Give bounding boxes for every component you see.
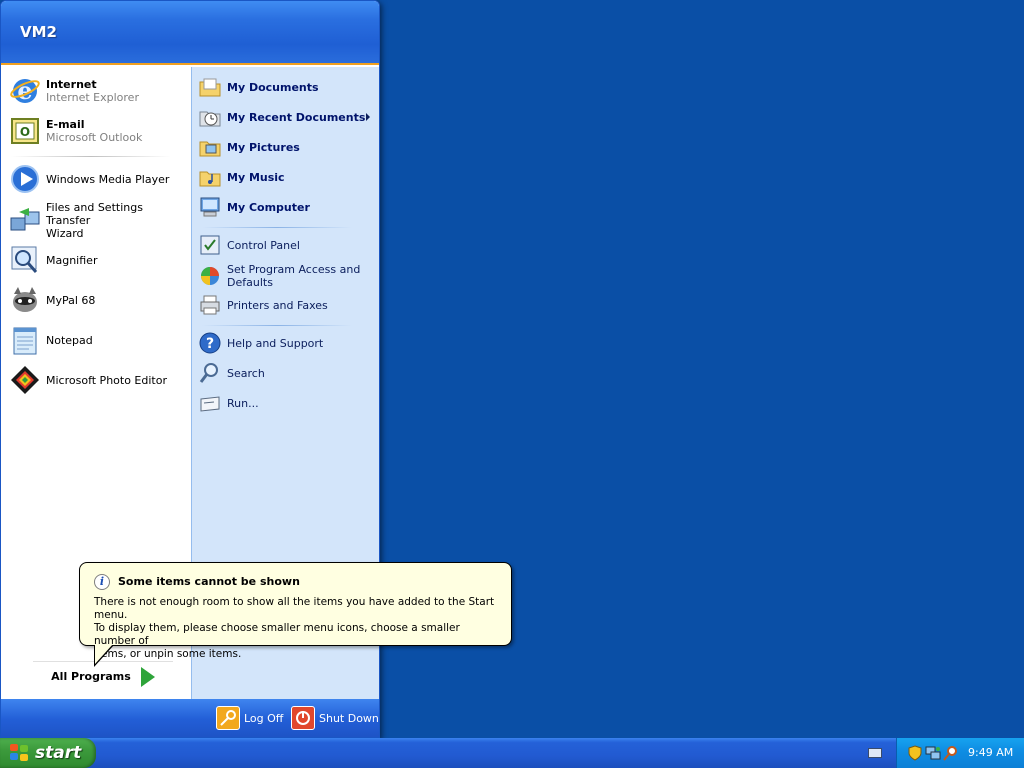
program-access-icon <box>198 264 222 288</box>
place-help-support[interactable]: ? Help and Support <box>198 330 378 356</box>
recent-program[interactable]: Windows Media Player <box>9 160 187 198</box>
place-label: My Music <box>227 170 285 184</box>
divider <box>202 325 352 326</box>
place-program-access[interactable]: Set Program Access and Defaults <box>198 262 378 290</box>
info-icon: i <box>94 574 110 590</box>
svg-text:?: ? <box>206 336 214 352</box>
pinned-sub: Internet Explorer <box>46 91 139 104</box>
place-my-recent-documents[interactable]: My Recent Documents <box>198 104 378 130</box>
start-label: start <box>35 743 82 763</box>
recent-program[interactable]: Microsoft Photo Editor <box>9 361 187 399</box>
place-label: Help and Support <box>227 336 324 350</box>
magnifier-icon <box>9 244 41 276</box>
start-menu-footer: Log Off Shut Down <box>1 699 379 737</box>
shut-down-button[interactable]: Shut Down <box>291 706 379 730</box>
transfer-wizard-icon <box>9 204 41 236</box>
program-label: Windows Media Player <box>46 172 170 186</box>
balloon-line: There is not enough room to show all the… <box>94 596 495 621</box>
green-arrow-icon <box>140 666 155 687</box>
place-run[interactable]: Run... <box>198 390 378 416</box>
mypal-icon <box>9 284 41 316</box>
balloon-line: To display them, please choose smaller m… <box>94 622 460 647</box>
balloon-tail-fill <box>95 644 113 664</box>
search-icon <box>198 361 222 385</box>
program-label: MyPal 68 <box>46 293 96 307</box>
notification-balloon[interactable]: i Some items cannot be shown There is no… <box>79 562 512 667</box>
place-label: Set Program Access and <box>227 263 361 276</box>
svg-text:e: e <box>17 76 32 105</box>
windows-flag-icon <box>10 744 30 762</box>
run-icon <box>198 391 222 415</box>
user-name: VM2 <box>20 23 57 41</box>
place-my-pictures[interactable]: My Pictures <box>198 134 378 160</box>
place-printers-faxes[interactable]: Printers and Faxes <box>198 292 378 318</box>
place-label: My Pictures <box>227 140 300 154</box>
log-off-button[interactable]: Log Off <box>216 706 283 730</box>
outlook-icon: O <box>9 115 41 147</box>
place-label: My Computer <box>227 200 310 214</box>
divider <box>11 156 171 157</box>
program-label: Notepad <box>46 333 93 347</box>
folder-icon <box>198 75 222 99</box>
program-label: Files and Settings Transfer <box>46 200 143 227</box>
place-search[interactable]: Search <box>198 360 378 386</box>
media-player-icon <box>9 163 41 195</box>
log-off-label: Log Off <box>244 711 284 725</box>
recent-documents-icon <box>198 105 222 129</box>
place-label: Control Panel <box>227 238 300 252</box>
pinned-label: E-mail <box>46 118 85 131</box>
recent-program[interactable]: Notepad <box>9 321 187 359</box>
network-icon[interactable] <box>925 745 941 761</box>
all-programs-label: All Programs <box>51 670 131 683</box>
pinned-sub: Microsoft Outlook <box>46 131 143 144</box>
taskbar: start 9:49 AM <box>0 738 1024 768</box>
program-label: Magnifier <box>46 253 98 267</box>
system-tray: 9:49 AM <box>896 738 1024 768</box>
place-my-documents[interactable]: My Documents <box>198 74 378 100</box>
place-label: Printers and Faxes <box>227 298 328 312</box>
start-button[interactable]: start <box>0 738 96 768</box>
notepad-icon <box>9 324 41 356</box>
balloon-line: items, or unpin some items. <box>94 648 242 660</box>
place-label: Search <box>227 366 265 380</box>
start-menu-header: VM2 <box>1 1 379 65</box>
key-icon <box>216 706 240 730</box>
clock: 9:49 AM <box>968 746 1014 759</box>
printer-icon <box>198 293 222 317</box>
pinned-email[interactable]: O E-mail Microsoft Outlook <box>9 112 187 150</box>
balloon-text: There is not enough room to show all the… <box>94 596 504 661</box>
svg-text:O: O <box>20 125 30 139</box>
security-shield-icon[interactable] <box>907 745 923 761</box>
control-panel-icon <box>198 233 222 257</box>
magnifier-tray-icon[interactable] <box>943 745 959 761</box>
balloon-title: Some items cannot be shown <box>118 575 300 588</box>
place-my-computer[interactable]: My Computer <box>198 194 378 220</box>
program-label-line2: Wizard <box>46 226 84 240</box>
help-icon: ? <box>198 331 222 355</box>
place-control-panel[interactable]: Control Panel <box>198 232 378 258</box>
recent-program[interactable]: MyPal 68 <box>9 281 187 319</box>
pinned-label: Internet <box>46 78 97 91</box>
program-label: Microsoft Photo Editor <box>46 373 167 387</box>
place-label: My Recent Documents <box>227 110 366 124</box>
submenu-arrow-icon <box>366 113 370 121</box>
pinned-internet[interactable]: e Internet Internet Explorer <box>9 72 187 110</box>
place-label: My Documents <box>227 80 319 94</box>
internet-explorer-icon: e <box>9 75 41 107</box>
recent-program[interactable]: Magnifier <box>9 241 187 279</box>
keyboard-icon[interactable] <box>868 748 882 758</box>
recent-program[interactable]: Files and Settings Transfer Wizard <box>9 200 187 240</box>
power-icon <box>291 706 315 730</box>
computer-icon <box>198 195 222 219</box>
place-my-music[interactable]: My Music <box>198 164 378 190</box>
place-label-line2: Defaults <box>227 276 273 289</box>
divider <box>202 227 352 228</box>
shut-down-label: Shut Down <box>319 711 379 725</box>
photo-editor-icon <box>9 364 41 396</box>
place-label: Run... <box>227 396 259 410</box>
pictures-folder-icon <box>198 135 222 159</box>
music-folder-icon <box>198 165 222 189</box>
